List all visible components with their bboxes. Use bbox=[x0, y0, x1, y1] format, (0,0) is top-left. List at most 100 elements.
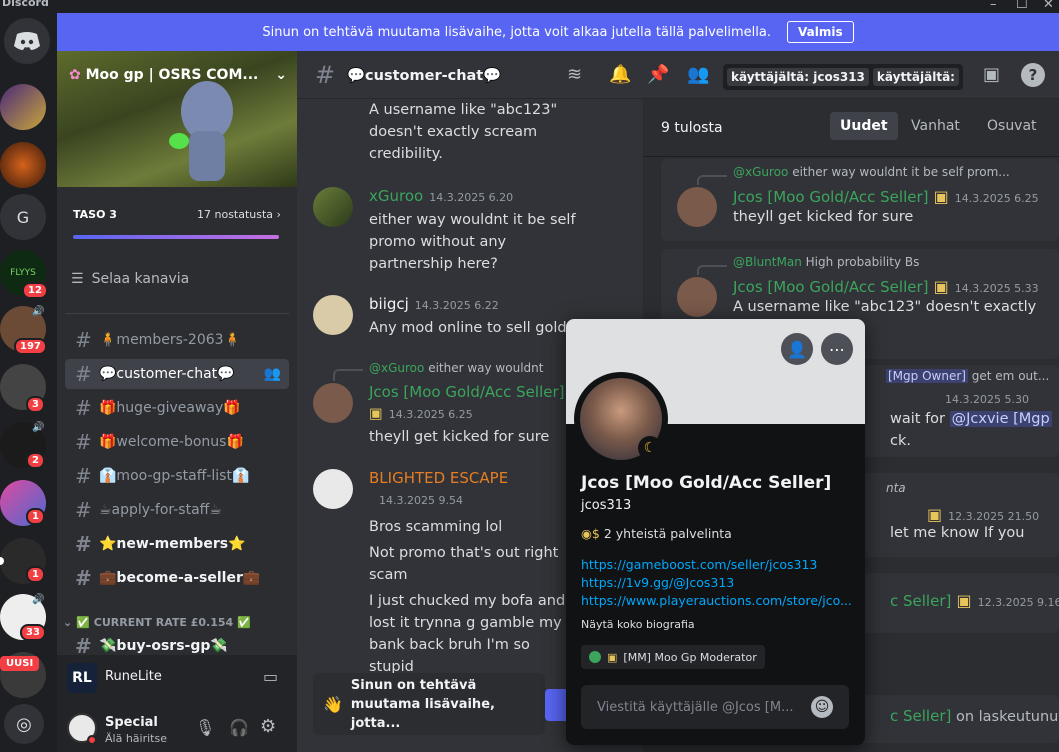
message-timestamp: 12.3.2025 21.50 bbox=[948, 510, 1040, 523]
role-icon: ▣ bbox=[369, 406, 383, 422]
reply-connector bbox=[697, 265, 727, 275]
profile-link[interactable]: https://gameboost.com/seller/jcos313 bbox=[581, 557, 817, 572]
channel-huge-giveaway[interactable]: # 🎁huge-giveaway🎁 bbox=[65, 393, 289, 423]
minimize-icon[interactable]: – bbox=[990, 0, 997, 12]
profile-display-name: Jcos [Moo Gold/Acc Seller] bbox=[581, 473, 832, 493]
message-timestamp: 14.3.2025 9.54 bbox=[379, 494, 463, 507]
boost-count[interactable]: 17 nostatusta › bbox=[197, 208, 281, 221]
channel-members[interactable]: # 🧍members-2063🧍 bbox=[65, 325, 289, 355]
profile-link[interactable]: https://www.playerauctions.com/store/jco… bbox=[581, 593, 852, 608]
message-text: theyll get kicked for sure bbox=[369, 429, 550, 445]
maximize-icon[interactable]: ☐ bbox=[1016, 0, 1028, 12]
microphone-icon[interactable]: 🎙 bbox=[195, 718, 215, 737]
discover-icon[interactable]: ◎ bbox=[4, 704, 44, 744]
search-input[interactable]: käyttäjältä: jcos313 käyttäjältä: ✕ bbox=[723, 64, 963, 90]
emoji-icon[interactable]: ☺ bbox=[811, 696, 833, 718]
browse-channels[interactable]: ☰ Selaa kanavia bbox=[71, 271, 189, 287]
search-filter-tag[interactable]: käyttäjältä: bbox=[872, 68, 959, 86]
avatar[interactable] bbox=[313, 187, 353, 227]
add-friend-icon[interactable]: 👤 bbox=[781, 333, 813, 365]
reply-preview[interactable]: @xGuroo either way wouldnt bbox=[369, 357, 543, 379]
message-timestamp: 14.3.2025 6.20 bbox=[429, 191, 514, 204]
search-filter-tag[interactable]: käyttäjältä: jcos313 bbox=[727, 68, 869, 86]
headphones-icon[interactable]: 🎧 bbox=[229, 718, 249, 737]
tab-oldest[interactable]: Vanhat bbox=[911, 118, 960, 134]
role-pill[interactable]: ▣ [MM] Moo Gp Moderator bbox=[581, 645, 765, 669]
role-icon: ▣ bbox=[927, 505, 943, 524]
unread-badge: 12 bbox=[22, 282, 48, 299]
server-icon-g[interactable]: G bbox=[0, 194, 46, 240]
message-author[interactable]: xGuroo bbox=[369, 187, 423, 205]
hash-icon: # bbox=[75, 464, 92, 488]
channel-new-members[interactable]: # ⭐new-members⭐ bbox=[65, 529, 289, 559]
message-text: Not promo that's out right scam bbox=[369, 545, 559, 583]
bell-icon[interactable]: 🔔 bbox=[609, 64, 631, 85]
hash-icon: # bbox=[75, 430, 92, 454]
message-text: on laskeutunut. bbox=[955, 709, 1059, 725]
inbox-icon[interactable]: ▣ bbox=[983, 64, 1000, 85]
unread-badge: 1 bbox=[26, 566, 45, 583]
message-timestamp: 14.3.2025 6.22 bbox=[414, 299, 499, 312]
message-timestamp: 12.3.2025 9.16 bbox=[977, 596, 1059, 609]
app-title: Discord bbox=[2, 0, 49, 9]
channel-staff-list[interactable]: # 👔moo-gp-staff-list👔 bbox=[65, 461, 289, 491]
browse-icon: ☰ bbox=[71, 271, 84, 287]
channel-sidebar: ✿ Moo gp | OSRS COM... ⌄ TASO 3 17 nosta… bbox=[57, 51, 297, 752]
hash-icon: # bbox=[75, 566, 92, 590]
user-mention[interactable]: @Jcxvie [Mgp bbox=[949, 411, 1052, 427]
invite-icon[interactable]: 👥 bbox=[264, 366, 281, 382]
hash-icon: # bbox=[75, 637, 92, 655]
pin-icon[interactable]: 📌 bbox=[647, 64, 669, 85]
server-icon[interactable] bbox=[0, 84, 46, 130]
server-icon-alibabas[interactable] bbox=[0, 142, 46, 188]
role-icon: ▣ bbox=[607, 650, 618, 664]
activity-name: RuneLite bbox=[105, 669, 162, 684]
channel-category[interactable]: ⌄ ✅ CURRENT RATE £0.154 ✅ bbox=[63, 616, 251, 629]
help-icon[interactable]: ? bbox=[1021, 63, 1045, 87]
hash-icon: # bbox=[75, 396, 92, 420]
tab-newest[interactable]: Uudet bbox=[830, 112, 898, 140]
onboarding-notice: 👋 Sinun on tehtävä muutama lisävaihe, jo… bbox=[313, 673, 545, 735]
speaker-icon: 🔊 bbox=[32, 594, 45, 605]
tab-relevant[interactable]: Osuvat bbox=[987, 118, 1037, 134]
mutual-servers[interactable]: ◉$ 2 yhteistä palvelinta bbox=[581, 526, 732, 541]
hash-icon: # bbox=[75, 328, 92, 352]
server-name[interactable]: ✿ Moo gp | OSRS COM... ⌄ bbox=[69, 67, 287, 83]
close-icon[interactable]: ✕ bbox=[1043, 0, 1054, 12]
message-author: c Seller] bbox=[890, 592, 952, 610]
channel-apply-for-staff[interactable]: # ☕apply-for-staff☕ bbox=[65, 495, 289, 525]
profile-username: jcos313 bbox=[581, 498, 632, 513]
channel-buy-osrs-gp[interactable]: # 💸buy-osrs-gp💸 bbox=[65, 637, 289, 655]
message-author: Jcos [Moo Gold/Acc Seller] bbox=[733, 188, 929, 206]
runelite-logo: RL bbox=[67, 663, 97, 693]
direct-message-input[interactable]: Viestitä käyttäjälle @Jcos [M... ☺ bbox=[581, 685, 849, 729]
message-text: A username like "abc123" doesn't exactly bbox=[733, 299, 1037, 315]
message-timestamp: 14.3.2025 5.30 bbox=[945, 393, 1029, 406]
channel-customer-chat[interactable]: # 💬customer-chat💬 👥 bbox=[65, 359, 289, 389]
reply-connector bbox=[697, 175, 727, 185]
screen-share-icon[interactable]: ▭ bbox=[263, 667, 278, 686]
threads-icon[interactable]: ≋ bbox=[567, 64, 582, 85]
avatar[interactable] bbox=[313, 469, 353, 509]
show-full-bio[interactable]: Näytä koko biografia bbox=[581, 618, 695, 631]
search-result[interactable]: @xGuroo either way wouldnt it be self pr… bbox=[661, 159, 1059, 241]
avatar bbox=[677, 187, 717, 227]
avatar[interactable] bbox=[313, 295, 353, 335]
onboarding-text: Sinun on tehtävä muutama lisävaihe, jott… bbox=[350, 677, 495, 731]
profile-link[interactable]: https://1v9.gg/@Jcos313 bbox=[581, 575, 734, 590]
discord-home-icon[interactable] bbox=[4, 18, 50, 64]
members-icon[interactable]: 👥 bbox=[687, 64, 709, 85]
message-author[interactable]: biigcj bbox=[369, 295, 409, 313]
more-options-icon[interactable]: ⋯ bbox=[821, 333, 853, 365]
message-author[interactable]: BLIGHTED ESCAPE bbox=[369, 467, 579, 489]
channel-welcome-bonus[interactable]: # 🎁welcome-bonus🎁 bbox=[65, 427, 289, 457]
message-author[interactable]: Jcos [Moo Gold/Acc Seller] bbox=[369, 381, 569, 403]
avatar[interactable] bbox=[313, 383, 353, 423]
done-button[interactable]: Valmis bbox=[787, 21, 854, 43]
hash-icon: # bbox=[75, 362, 92, 386]
wave-icon: 👋 bbox=[323, 694, 343, 714]
channel-become-a-seller[interactable]: # 💼become-a-seller💼 bbox=[65, 563, 289, 593]
settings-gear-icon[interactable]: ⚙ bbox=[260, 716, 276, 737]
role-icon: ▣ bbox=[956, 591, 972, 610]
user-profile-popup: 👤 ⋯ ☾ Jcos [Moo Gold/Acc Seller] jcos313… bbox=[566, 319, 865, 745]
